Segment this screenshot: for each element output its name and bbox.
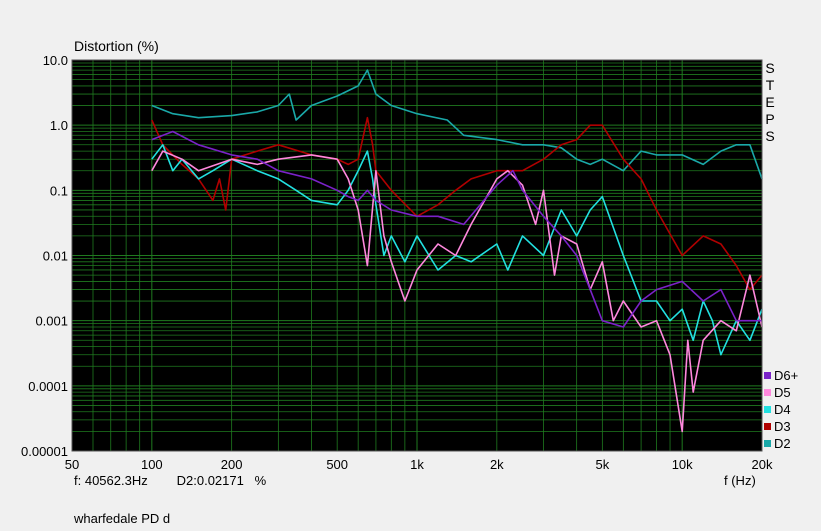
x-tick-label: 20k: [752, 457, 773, 472]
legend-label: D5: [774, 385, 791, 400]
legend-label: D4: [774, 402, 791, 417]
legend-label: D3: [774, 419, 791, 434]
x-tick-labels: 50 100 200 500 1k 2k 5k 10k 20k: [65, 457, 773, 472]
steps-letter: T: [765, 77, 775, 93]
status-reading: D2:0.02171 %: [176, 473, 267, 488]
footer-title: wharfedale PD d: [74, 511, 171, 526]
y-tick-label: 1.0: [50, 118, 68, 133]
legend-item: D3: [764, 418, 798, 435]
steps-letter: P: [765, 111, 775, 127]
legend-label: D2: [774, 436, 791, 451]
legend-swatch: [764, 389, 771, 396]
legend-item: D5: [764, 384, 798, 401]
y-tick-label: 0.001: [35, 314, 68, 329]
y-tick-labels: 0.00001 0.0001 0.001 0.01 0.1 1.0 10.0: [21, 53, 68, 459]
y-axis-label: Distortion (%): [74, 38, 159, 54]
legend-swatch: [764, 406, 771, 413]
status-readout: f: 40562.3Hz D2:0.02171 %: [74, 473, 266, 488]
steps-letter: E: [765, 94, 775, 110]
x-tick-label: 2k: [490, 457, 504, 472]
x-tick-label: 100: [141, 457, 163, 472]
x-tick-label: 10k: [672, 457, 693, 472]
x-axis-label: f (Hz): [724, 473, 756, 488]
y-tick-label: 10.0: [43, 53, 68, 68]
x-tick-label: 1k: [410, 457, 424, 472]
legend-swatch: [764, 372, 771, 379]
x-tick-label: 500: [326, 457, 348, 472]
legend-label: D6+: [774, 368, 799, 383]
legend-item: D4: [764, 401, 798, 418]
distortion-chart: 50 100 200 500 1k 2k 5k 10k 20k 0.000010.00010.0…: [21, 53, 773, 472]
y-tick-label: 0.0001: [28, 379, 68, 394]
legend-item: D2: [764, 435, 798, 452]
x-tick-label: 5k: [595, 457, 609, 472]
legend: D6+ D5 D4 D3 D2: [764, 367, 798, 452]
steps-letter: S: [765, 60, 775, 76]
x-tick-label: 50: [65, 457, 79, 472]
status-freq: f: 40562.3Hz: [74, 473, 148, 488]
legend-swatch: [764, 440, 771, 447]
legend-swatch: [764, 423, 771, 430]
x-tick-label: 200: [221, 457, 243, 472]
steps-label: STEPS: [764, 60, 776, 145]
y-tick-label: 0.00001: [21, 444, 68, 459]
steps-letter: S: [765, 128, 775, 144]
y-tick-label: 0.1: [50, 183, 68, 198]
legend-item: D6+: [764, 367, 798, 384]
y-tick-label: 0.01: [43, 249, 68, 264]
